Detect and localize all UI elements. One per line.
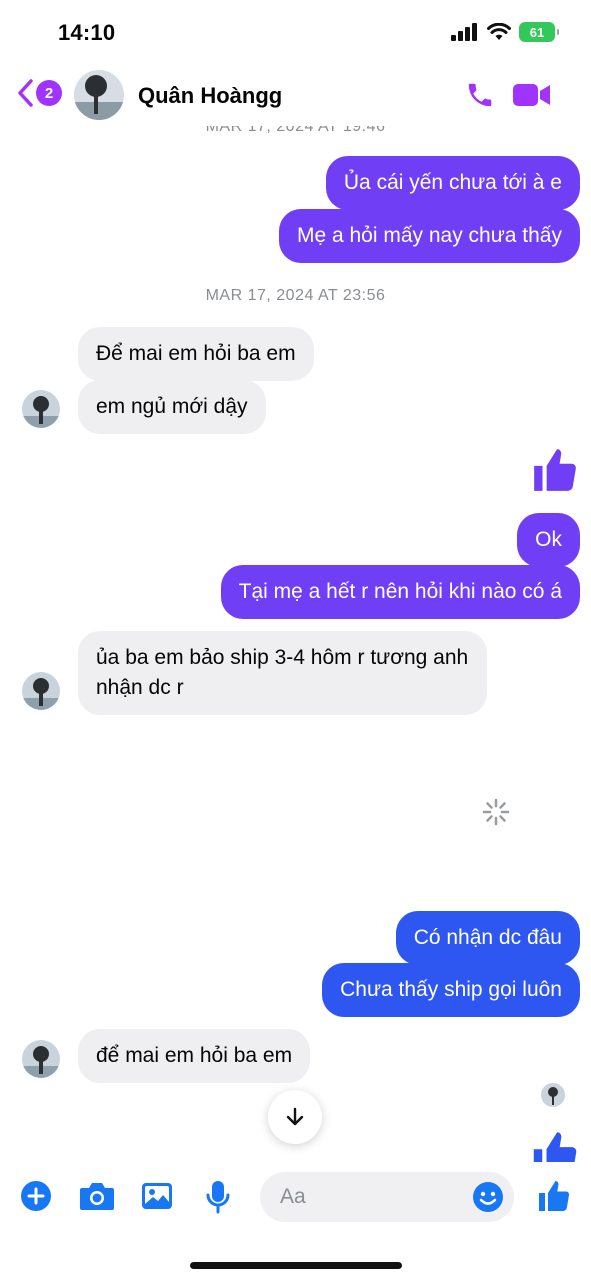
message-outgoing[interactable]: Mẹ a hỏi mấy nay chưa thấy <box>278 209 580 263</box>
gallery-icon[interactable] <box>141 1180 173 1212</box>
message-outgoing[interactable]: Ủa cái yến chưa tới à e <box>325 156 580 210</box>
thumbs-up-icon[interactable] <box>530 1128 580 1162</box>
emoji-icon[interactable] <box>472 1181 504 1213</box>
contact-name[interactable]: Quân Hoàngg <box>138 83 282 109</box>
plus-circle-icon[interactable] <box>20 1180 52 1212</box>
video-camera-icon[interactable] <box>513 82 551 108</box>
unread-badge: 2 <box>36 80 62 106</box>
message-incoming[interactable]: em ngủ mới dậy <box>78 380 266 434</box>
message-list[interactable]: MAR 17, 2024 AT 19:46 Ủa cái yến chưa tớ… <box>0 0 591 1162</box>
contact-avatar[interactable] <box>22 672 60 710</box>
timestamp: MAR 17, 2024 AT 23:56 <box>205 287 386 304</box>
message-incoming[interactable]: Để mai em hỏi ba em <box>78 327 314 381</box>
chat-header: 2 Quân Hoàngg <box>0 64 591 126</box>
thumbs-up-icon[interactable] <box>530 445 580 495</box>
message-outgoing[interactable]: Tại mẹ a hết r nên hỏi khi nào có á <box>220 565 580 619</box>
contact-avatar[interactable] <box>74 70 124 120</box>
message-incoming[interactable]: ủa ba em bảo ship 3-4 hôm r tương anh nh… <box>78 631 487 715</box>
message-outgoing[interactable]: Ok <box>517 513 580 567</box>
contact-avatar[interactable] <box>22 390 60 428</box>
composer-bar: Aa <box>0 1162 591 1232</box>
message-input[interactable]: Aa <box>260 1172 514 1222</box>
back-button[interactable]: 2 <box>16 78 62 108</box>
message-outgoing[interactable]: Chưa thấy ship gọi luôn <box>322 963 580 1017</box>
contact-avatar[interactable] <box>22 1040 60 1078</box>
camera-icon[interactable] <box>79 1180 115 1212</box>
arrow-down-icon <box>286 1107 304 1126</box>
microphone-icon[interactable] <box>205 1180 231 1214</box>
message-incoming[interactable]: để mai em hỏi ba em <box>78 1029 311 1083</box>
message-outgoing[interactable]: Có nhận dc đâu <box>395 911 580 965</box>
read-receipt-avatar <box>541 1083 565 1107</box>
loading-spinner-icon <box>482 798 510 826</box>
phone-icon[interactable] <box>465 80 495 110</box>
thumbs-up-icon[interactable] <box>536 1178 572 1214</box>
home-indicator <box>190 1262 402 1269</box>
scroll-to-bottom-button[interactable] <box>268 1090 322 1144</box>
chevron-left-icon <box>18 79 33 107</box>
message-input-placeholder: Aa <box>280 1185 306 1208</box>
